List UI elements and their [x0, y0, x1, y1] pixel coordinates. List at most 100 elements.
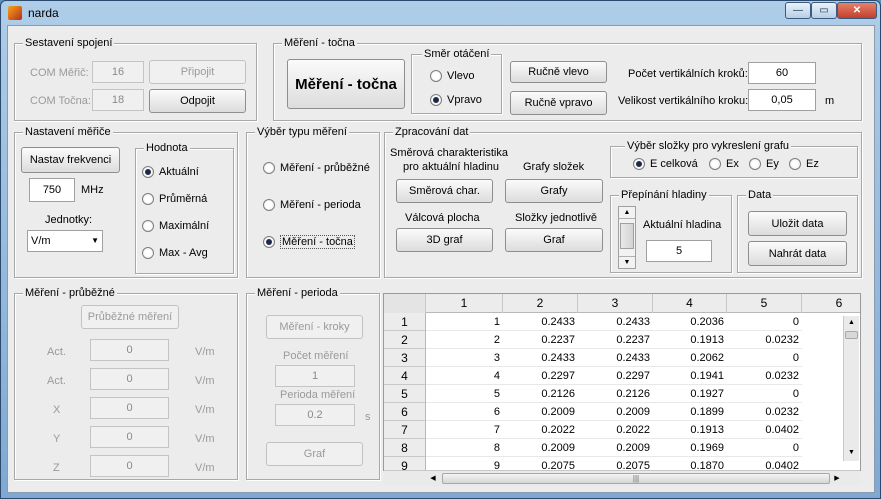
- table-cell[interactable]: 9: [426, 457, 503, 470]
- smerova-char-button[interactable]: Směrová char.: [396, 179, 493, 203]
- arrow-right-icon[interactable]: ▶: [830, 472, 844, 485]
- radio-max-avg[interactable]: Max - Avg: [142, 247, 208, 259]
- table-cell[interactable]: 6: [426, 403, 503, 421]
- table-cell[interactable]: 0.2433: [503, 313, 578, 331]
- hladina-slider[interactable]: ▲ ▼: [618, 206, 636, 269]
- table-cell[interactable]: 0.1899: [653, 403, 727, 421]
- rucne-vpravo-button[interactable]: Ručně vpravo: [510, 91, 607, 115]
- maximize-button[interactable]: ▭: [811, 2, 837, 19]
- row-header[interactable]: 7: [384, 421, 426, 439]
- radio-prubezne[interactable]: Měření - průběžné: [263, 162, 370, 174]
- table-cell[interactable]: 0.2237: [503, 331, 578, 349]
- arrow-left-icon[interactable]: ◀: [426, 472, 440, 485]
- table-cell[interactable]: 0.2126: [578, 385, 653, 403]
- row-header[interactable]: 2: [384, 331, 426, 349]
- prubezne-mereni-button[interactable]: Průběžné měření: [81, 305, 179, 329]
- table-cell[interactable]: 0.2022: [578, 421, 653, 439]
- table-cell[interactable]: 0.2433: [578, 313, 653, 331]
- table-cell[interactable]: 0.2297: [503, 367, 578, 385]
- scroll-thumb[interactable]: [845, 331, 858, 339]
- nastav-frekvenci-button[interactable]: Nastav frekvenci: [21, 147, 120, 173]
- table-cell[interactable]: 2: [426, 331, 503, 349]
- minimize-button[interactable]: —: [785, 2, 811, 19]
- scroll-thumb[interactable]: |||: [442, 473, 830, 484]
- table-cell[interactable]: 0.2009: [578, 403, 653, 421]
- frekvence-field[interactable]: 750: [29, 178, 75, 202]
- jednotky-select[interactable]: V/m ▼: [27, 230, 103, 252]
- mereni-tocna-button[interactable]: Měření - točna: [287, 59, 405, 109]
- row-header[interactable]: 8: [384, 439, 426, 457]
- nahrat-data-button[interactable]: Nahrát data: [748, 241, 847, 266]
- radio-e-celkova[interactable]: E celková: [633, 158, 698, 170]
- column-header[interactable]: 5: [727, 294, 802, 313]
- aktualni-hladina-field[interactable]: 5: [646, 240, 712, 262]
- arrow-up-icon[interactable]: ▲: [844, 316, 859, 330]
- close-button[interactable]: ✕: [837, 2, 877, 19]
- table-cell[interactable]: 0.0402: [727, 421, 802, 439]
- radio-tocna[interactable]: Měření - točna: [263, 235, 355, 249]
- grafy-button[interactable]: Grafy: [505, 179, 603, 203]
- table-cell[interactable]: 0.0232: [727, 331, 802, 349]
- row-header[interactable]: 3: [384, 349, 426, 367]
- column-header[interactable]: 3: [578, 294, 653, 313]
- radio-prumerna[interactable]: Průměrná: [142, 193, 207, 205]
- table-cell[interactable]: 0: [727, 439, 802, 457]
- table-cell[interactable]: 0.1913: [653, 421, 727, 439]
- table-cell[interactable]: 0.2009: [578, 439, 653, 457]
- table-cell[interactable]: 0.1941: [653, 367, 727, 385]
- radio-maximalni[interactable]: Maximální: [142, 220, 209, 232]
- table-cell[interactable]: 0.0232: [727, 403, 802, 421]
- velikost-kroku-field[interactable]: 0,05: [748, 89, 816, 111]
- graf-3d-button[interactable]: 3D graf: [396, 228, 493, 252]
- table-cell[interactable]: 0.2433: [578, 349, 653, 367]
- pripojit-button[interactable]: Připojit: [149, 60, 246, 84]
- column-header[interactable]: 1: [426, 294, 503, 313]
- table-cell[interactable]: 0: [727, 385, 802, 403]
- table-cell[interactable]: 0.2297: [578, 367, 653, 385]
- radio-ey[interactable]: Ey: [749, 158, 779, 170]
- table-cell[interactable]: 0.2036: [653, 313, 727, 331]
- table-cell[interactable]: 0.2433: [503, 349, 578, 367]
- column-header[interactable]: 2: [503, 294, 578, 313]
- table-cell[interactable]: 0.1913: [653, 331, 727, 349]
- ulozit-data-button[interactable]: Uložit data: [748, 211, 847, 236]
- column-header[interactable]: 6: [802, 294, 860, 313]
- pocet-kroku-field[interactable]: 60: [748, 62, 816, 84]
- table-cell[interactable]: 8: [426, 439, 503, 457]
- radio-vpravo[interactable]: Vpravo: [430, 94, 482, 106]
- table-cell[interactable]: 0: [727, 313, 802, 331]
- table-cell[interactable]: 0: [727, 349, 802, 367]
- column-header[interactable]: 4: [653, 294, 727, 313]
- com-meric-field[interactable]: 16: [92, 61, 144, 83]
- table-vertical-scrollbar[interactable]: ▲ ▼: [843, 316, 859, 461]
- odpojit-button[interactable]: Odpojit: [149, 89, 246, 113]
- row-header[interactable]: 9: [384, 457, 426, 470]
- table-cell[interactable]: 0.0402: [727, 457, 802, 470]
- table-cell[interactable]: 7: [426, 421, 503, 439]
- arrow-down-icon[interactable]: ▼: [844, 446, 859, 460]
- table-cell[interactable]: 0.1870: [653, 457, 727, 470]
- arrow-down-icon[interactable]: ▼: [619, 256, 635, 268]
- table-cell[interactable]: 4: [426, 367, 503, 385]
- table-cell[interactable]: 5: [426, 385, 503, 403]
- table-cell[interactable]: 0.2009: [503, 439, 578, 457]
- radio-aktualni[interactable]: Aktuální: [142, 166, 199, 178]
- table-cell[interactable]: 0.2022: [503, 421, 578, 439]
- table-horizontal-scrollbar[interactable]: ◀ ||| ▶: [384, 470, 860, 486]
- radio-perioda[interactable]: Měření - perioda: [263, 199, 361, 211]
- radio-ez[interactable]: Ez: [789, 158, 819, 170]
- row-header[interactable]: 4: [384, 367, 426, 385]
- com-tocna-field[interactable]: 18: [92, 89, 144, 111]
- table-cell[interactable]: 0.1969: [653, 439, 727, 457]
- table-cell[interactable]: 0.0232: [727, 367, 802, 385]
- arrow-up-icon[interactable]: ▲: [619, 207, 635, 219]
- table-cell[interactable]: 1: [426, 313, 503, 331]
- table-cell[interactable]: 0.2075: [578, 457, 653, 470]
- table-cell[interactable]: 0.2237: [578, 331, 653, 349]
- graf-slozky-button[interactable]: Graf: [505, 228, 603, 252]
- table-cell[interactable]: 0.2075: [503, 457, 578, 470]
- radio-ex[interactable]: Ex: [709, 158, 739, 170]
- table-cell[interactable]: 0.2126: [503, 385, 578, 403]
- perioda-graf-button[interactable]: Graf: [266, 442, 363, 466]
- table-cell[interactable]: 0.2062: [653, 349, 727, 367]
